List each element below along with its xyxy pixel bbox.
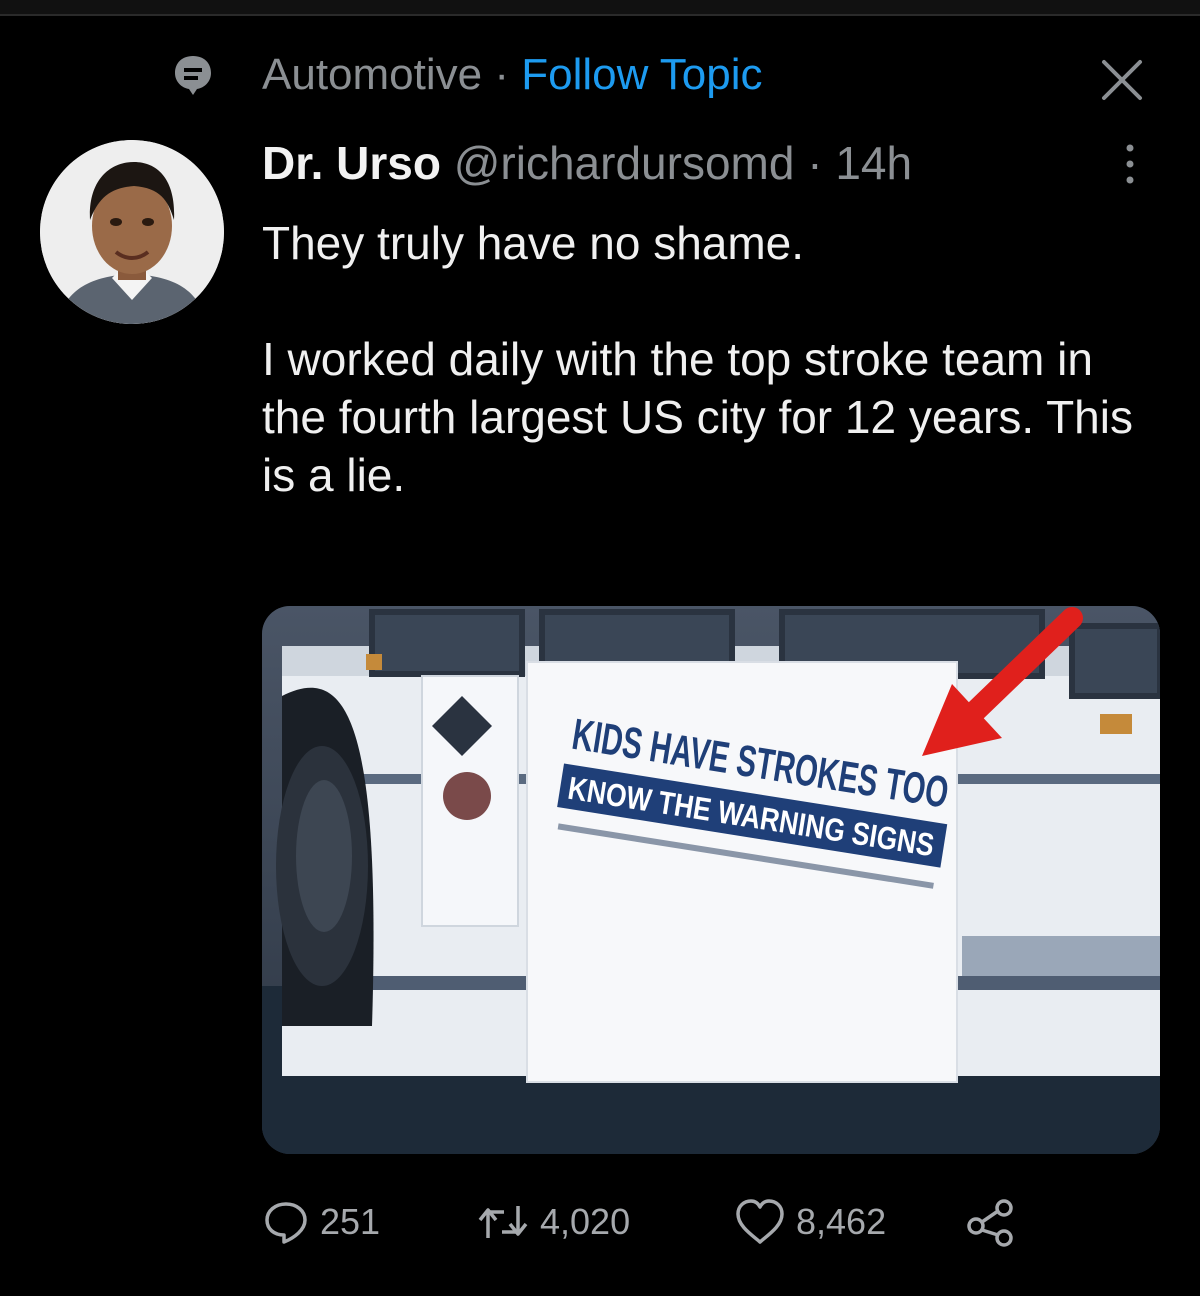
tweet-text: They truly have no shame. I worked daily… xyxy=(262,214,1162,504)
topic-icon xyxy=(175,56,211,95)
tweet-media-image[interactable]: KIDS HAVE STROKES TOO KNOW THE WARNING S… xyxy=(262,606,1160,1154)
retweet-count: 4,020 xyxy=(540,1201,631,1242)
topic-name[interactable]: Automotive xyxy=(262,50,482,99)
follow-topic-link[interactable]: Follow Topic xyxy=(521,50,762,99)
author-handle[interactable]: @richardursomd xyxy=(454,137,795,189)
avatar[interactable] xyxy=(40,140,224,324)
reply-button[interactable]: 251 xyxy=(262,1192,380,1252)
tweet-text-line-2: I worked daily with the top stroke team … xyxy=(262,333,1133,501)
like-button[interactable]: 8,462 xyxy=(734,1192,886,1252)
heart-icon xyxy=(736,1199,784,1244)
share-button[interactable] xyxy=(964,1192,1026,1252)
share-icon xyxy=(967,1199,1013,1247)
tweet-header: Dr. Urso @richardursomd · 14h xyxy=(262,136,912,190)
tweet-text-line-1: They truly have no shame. xyxy=(262,217,805,269)
top-divider xyxy=(0,0,1200,16)
tweet-actions: 251 4,020 8,462 xyxy=(262,1192,1062,1252)
topic-bar: Automotive · Follow Topic xyxy=(0,40,1200,110)
more-icon[interactable] xyxy=(1120,142,1140,186)
author-name[interactable]: Dr. Urso xyxy=(262,137,441,189)
topic-label: Automotive · Follow Topic xyxy=(262,50,763,100)
tweet-timestamp[interactable]: 14h xyxy=(835,137,912,189)
reply-count: 251 xyxy=(320,1201,381,1242)
reply-icon xyxy=(265,1202,307,1244)
retweet-button[interactable]: 4,020 xyxy=(476,1192,630,1252)
header-separator: · xyxy=(807,137,823,189)
retweet-icon xyxy=(478,1206,528,1238)
topic-separator: · xyxy=(494,50,509,99)
like-count: 8,462 xyxy=(796,1201,887,1242)
close-icon[interactable] xyxy=(1094,52,1150,108)
